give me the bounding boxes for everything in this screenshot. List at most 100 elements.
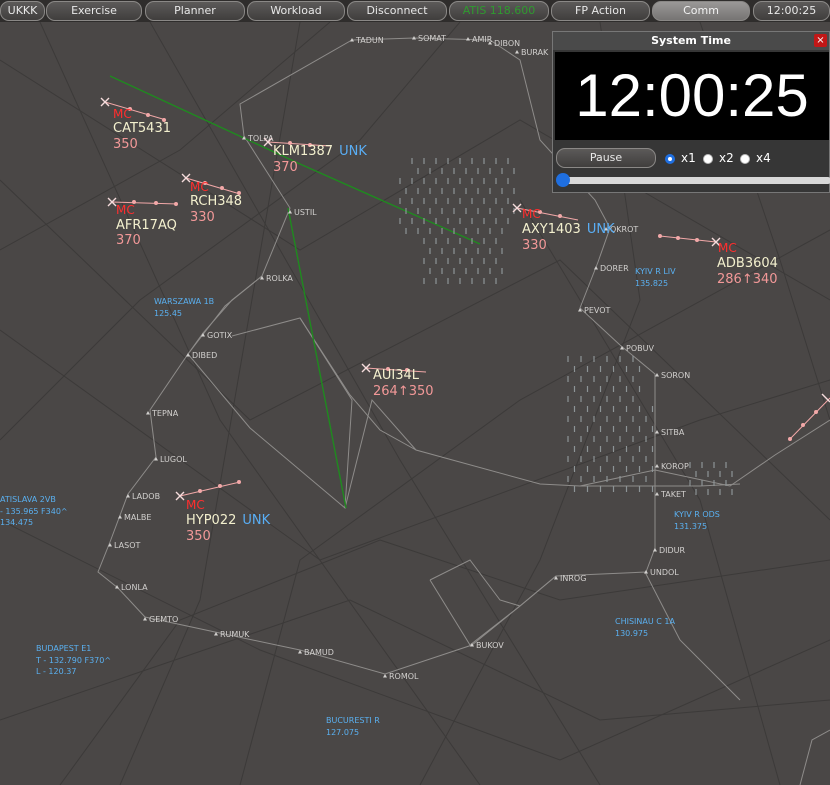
sector-freq-bucuresti: 127.075 — [326, 728, 359, 737]
pause-button[interactable]: Pause — [556, 148, 656, 168]
speed-radio-x1[interactable]: x1 — [665, 148, 696, 168]
unk-flag: UNK — [339, 144, 367, 159]
waypoint-label: SOMAT — [418, 34, 446, 43]
callsign: AUI34L — [373, 368, 420, 383]
waypoint-label: LASOT — [114, 541, 140, 550]
mc-flag: MC — [116, 203, 135, 217]
fp-action-button[interactable]: FP Action — [551, 1, 650, 21]
waypoint-label: BURAK — [521, 48, 549, 57]
sim-slider-thumb[interactable] — [556, 173, 570, 187]
aircraft-label-axy1403[interactable]: MC AXY1403 UNK 330 — [522, 207, 615, 253]
workload-button[interactable]: Workload — [247, 1, 345, 21]
disconnect-button[interactable]: Disconnect — [347, 1, 447, 21]
aircraft-symbol-icon[interactable] — [100, 97, 110, 107]
waypoint-label: LUGOL — [160, 455, 187, 464]
waypoint-label: USTIL — [294, 208, 317, 217]
route-lines — [109, 75, 481, 509]
aircraft-symbol-icon[interactable] — [175, 491, 185, 501]
mc-flag: MC — [718, 241, 737, 255]
planner-button[interactable]: Planner — [145, 1, 245, 21]
sector-label-kyiv-liv: KYIV R LIV — [635, 267, 676, 276]
clock-button[interactable]: 12:00:25 — [753, 1, 830, 21]
svg-text:HYP022UNK: HYP022 UNK — [186, 513, 271, 528]
flight-level: 330 — [190, 210, 215, 225]
waypoint-icon — [146, 411, 150, 415]
waypoint-label: POBUV — [626, 344, 654, 353]
radio-icon — [703, 153, 713, 164]
waypoint-label: DIDUR — [659, 546, 686, 555]
speed-label: x2 — [719, 151, 734, 165]
sector-selector-button[interactable]: UKKK — [0, 1, 45, 21]
sim-slider-track[interactable] — [557, 177, 830, 184]
aircraft-label-hyp022[interactable]: MC HYP022 UNK 350 — [186, 498, 271, 544]
waypoint-label: SITBA — [661, 428, 685, 437]
waypoint-icon — [655, 373, 659, 377]
svg-text:AXY1403UNK: AXY1403 UNK — [522, 222, 615, 237]
waypoint-label: BUKOV — [476, 641, 504, 650]
aircraft-label-adb3604[interactable]: MC ADB3604 286↑340 — [717, 241, 778, 287]
callsign: AFR17AQ — [116, 218, 177, 233]
waypoint-icon — [655, 492, 659, 496]
sector-freq-budapest-2: L - 120.37 — [36, 667, 76, 676]
flight-level: 350 — [186, 529, 211, 544]
waypoint-icon — [653, 548, 657, 552]
sector-label-kyiv-ods: KYIV R ODS — [674, 510, 720, 519]
sector-label-warszawa: WARSZAWA 1B — [154, 297, 214, 306]
callsign: KLM1387 — [273, 144, 333, 159]
waypoint-label: SORON — [661, 371, 690, 380]
waypoint-label: PEVOT — [584, 306, 611, 315]
waypoint-icon — [594, 266, 598, 270]
mc-flag: MC — [190, 180, 209, 194]
sector-freq-bratislava-2: 134.475 — [0, 518, 33, 527]
close-icon[interactable]: × — [814, 34, 827, 47]
sector-label-budapest: BUDAPEST E1 — [36, 644, 91, 653]
waypoint-label: GOTIX — [207, 331, 233, 340]
svg-text:KLM1387UNK: KLM1387 UNK — [273, 144, 367, 159]
unk-flag: UNK — [587, 222, 615, 237]
callsign: CAT5431 — [113, 121, 171, 136]
aircraft-symbol-icon[interactable] — [181, 173, 191, 183]
waypoint-label: GEMTO — [149, 615, 178, 624]
aircraft-label-afr17aq[interactable]: MC AFR17AQ 370 — [116, 203, 177, 248]
comm-button[interactable]: Comm — [652, 1, 750, 21]
aircraft-label-klm1387[interactable]: KLM1387 UNK 370 — [273, 144, 367, 175]
speed-label: x1 — [681, 151, 696, 165]
waypoint-icon — [655, 464, 659, 468]
flight-level: 370 — [116, 233, 141, 248]
waypoint-label: DIBON — [494, 39, 520, 48]
waypoint-icon — [126, 494, 130, 498]
aircraft-label-aui34l[interactable]: AUI34L 264↑350 — [373, 368, 434, 399]
radio-icon — [665, 153, 675, 164]
unk-flag: UNK — [242, 513, 270, 528]
exercise-button[interactable]: Exercise — [46, 1, 142, 21]
callsign: ADB3604 — [717, 256, 778, 271]
system-time-window[interactable]: System Time × 12:00:25 Pause x1 x2 x4 — [552, 31, 830, 193]
system-time-display: 12:00:25 — [555, 52, 829, 140]
sector-freq-chisinau: 130.975 — [615, 629, 648, 638]
waypoint-label: DIBED — [192, 351, 217, 360]
waypoint-label: TADUN — [355, 36, 384, 45]
weather-cells — [399, 158, 733, 495]
waypoint-icon — [466, 37, 470, 41]
speed-radio-x2[interactable]: x2 — [703, 148, 734, 168]
waypoint-label: TAKET — [660, 490, 686, 499]
aircraft-label-cat5431[interactable]: MC CAT5431 350 — [113, 107, 171, 152]
flight-level: 370 — [273, 160, 298, 175]
callsign: AXY1403 — [522, 222, 581, 237]
waypoint-icon — [118, 515, 122, 519]
speed-radio-x4[interactable]: x4 — [740, 148, 771, 168]
flight-level: 264↑350 — [373, 384, 434, 399]
flight-level: 330 — [522, 238, 547, 253]
waypoint-label: UNDOL — [650, 568, 679, 577]
waypoint-label: LONLA — [121, 583, 148, 592]
sector-freq-kyiv-ods: 131.375 — [674, 522, 707, 531]
top-toolbar: UKKK Exercise Planner Workload Disconnec… — [0, 0, 830, 22]
waypoint-label: BAMUD — [304, 648, 334, 657]
radio-icon — [740, 153, 750, 164]
mc-flag: MC — [113, 107, 132, 121]
waypoint-label: LADOB — [132, 492, 160, 501]
waypoint-label: ROMOL — [389, 672, 419, 681]
waypoint-label: MALBE — [124, 513, 151, 522]
atis-button[interactable]: ATIS 118.600 — [449, 1, 549, 21]
waypoint-label: INROG — [560, 574, 586, 583]
